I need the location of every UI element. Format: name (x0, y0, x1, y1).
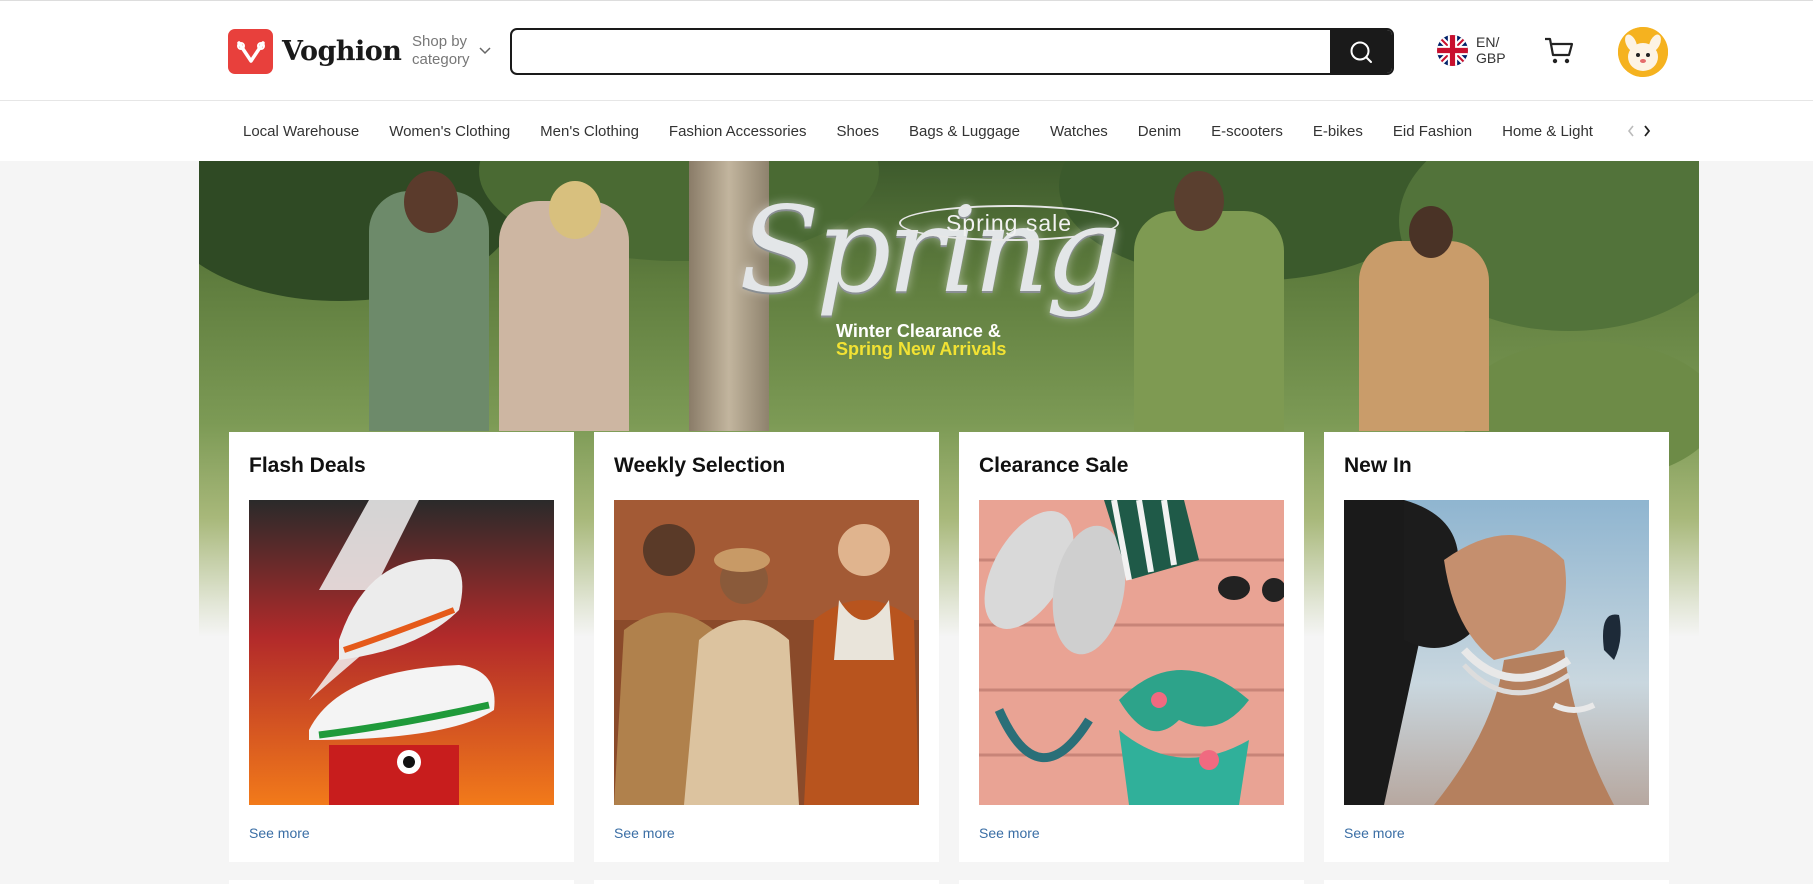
card-title: Flash Deals (249, 454, 366, 477)
search-bar (510, 28, 1394, 75)
chevron-left-icon[interactable] (1626, 124, 1636, 138)
logo-icon (228, 29, 273, 74)
cart-button[interactable] (1544, 37, 1574, 70)
category-list: Local Warehouse Women's Clothing Men's Clo… (243, 101, 1620, 161)
next-row-card (229, 880, 574, 884)
category-item[interactable]: Local Warehouse (243, 123, 359, 140)
language-label: EN/ (1476, 34, 1500, 50)
search-input[interactable] (512, 30, 1332, 73)
banner-line-2: Spring New Arrivals (836, 339, 1007, 359)
see-more-link[interactable]: See more (1344, 825, 1405, 841)
shop-by-category-button[interactable]: Shop by category (412, 33, 470, 69)
logo[interactable]: Voghion (228, 29, 402, 74)
next-row-card (959, 880, 1304, 884)
language-currency-selector[interactable]: EN/ GBP (1437, 34, 1506, 66)
new-in-card[interactable]: New In See more (1324, 432, 1669, 862)
category-scroll-controls (1620, 101, 1660, 161)
banner-script-title: Spring (739, 181, 1121, 319)
category-item[interactable]: Eid Fashion (1393, 123, 1472, 140)
see-more-link[interactable]: See more (979, 825, 1040, 841)
chevron-right-icon[interactable] (1642, 124, 1652, 138)
shop-by-label: Shop by (412, 33, 468, 50)
search-icon (1350, 41, 1372, 63)
card-title: New In (1344, 454, 1412, 477)
category-label: category (412, 51, 470, 68)
weekly-selection-card[interactable]: Weekly Selection See more (594, 432, 939, 862)
next-row-card (594, 880, 939, 884)
category-item[interactable]: Women's Clothing (389, 123, 510, 140)
category-item[interactable]: Home & Light (1502, 123, 1593, 140)
flash-deals-image[interactable] (249, 500, 554, 805)
category-item[interactable]: Fashion Accessories (669, 123, 807, 140)
currency-label: GBP (1476, 50, 1506, 66)
cart-icon (1545, 37, 1574, 64)
clearance-sale-image[interactable] (979, 500, 1284, 805)
uk-flag-icon (1437, 34, 1468, 66)
category-item[interactable]: Men's Clothing (540, 123, 639, 140)
category-item[interactable]: Watches (1050, 123, 1108, 140)
card-title: Weekly Selection (614, 454, 786, 477)
clearance-sale-card[interactable]: Clearance Sale See more (959, 432, 1304, 862)
category-item[interactable]: E-scooters (1211, 123, 1283, 140)
banner-sale-pill: Spring sale (899, 205, 1119, 241)
category-item[interactable]: Shoes (837, 123, 880, 140)
category-item[interactable]: Denim (1138, 123, 1181, 140)
new-in-image[interactable] (1344, 500, 1649, 805)
next-row-card (1324, 880, 1669, 884)
category-item[interactable]: Bags & Luggage (909, 123, 1020, 140)
weekly-selection-image[interactable] (614, 500, 919, 805)
logo-text: Voghion (282, 36, 402, 67)
category-item[interactable]: E-bikes (1313, 123, 1363, 140)
see-more-link[interactable]: See more (249, 825, 310, 841)
chevron-down-icon[interactable] (478, 43, 492, 61)
avatar[interactable] (1618, 27, 1668, 77)
flash-deals-card[interactable]: Flash Deals See more (229, 432, 574, 862)
card-title: Clearance Sale (979, 454, 1129, 477)
see-more-link[interactable]: See more (614, 825, 675, 841)
category-nav: Local Warehouse Women's Clothing Men's Clo… (0, 101, 1813, 161)
site-header: Voghion Shop by category EN/ GBP (0, 0, 1813, 101)
search-button[interactable] (1330, 30, 1392, 73)
